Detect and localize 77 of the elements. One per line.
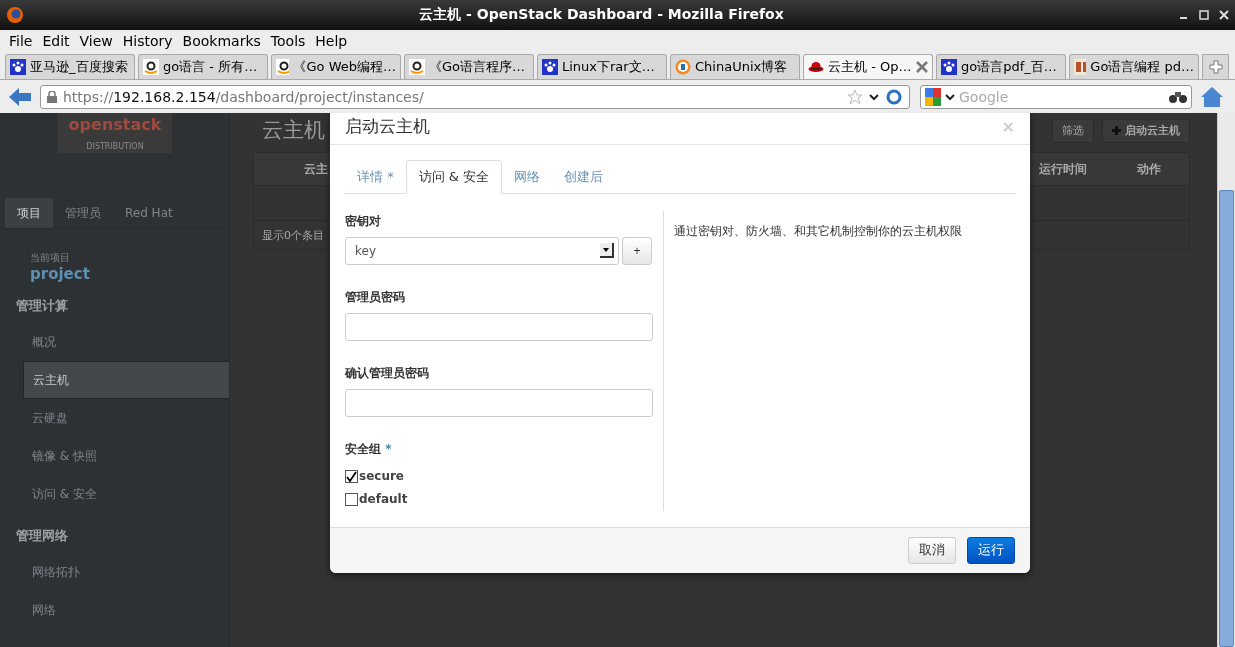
filter-button[interactable]: 筛选 <box>1052 118 1094 143</box>
launch-button[interactable]: 启动云主机 <box>1102 118 1190 143</box>
binoculars-icon[interactable] <box>1169 89 1187 104</box>
scrollbar[interactable] <box>1217 113 1235 647</box>
column-header: 云主 <box>304 160 328 178</box>
menu-item[interactable]: Help <box>310 33 353 49</box>
menu-item[interactable]: History <box>117 33 178 49</box>
window-title: 云主机 - OpenStack Dashboard - Mozilla Firefox <box>418 6 785 24</box>
dropdown-icon[interactable] <box>869 92 879 101</box>
browser-tab[interactable]: 《Go语言程序… <box>404 54 534 79</box>
sidebar-item[interactable]: 云硬盘 <box>23 399 229 437</box>
checkbox[interactable] <box>345 469 358 483</box>
field-label: 密钥对 <box>345 212 382 230</box>
paw-icon <box>941 59 957 75</box>
menu-item[interactable]: Bookmarks <box>177 33 266 49</box>
hat-icon <box>808 59 824 75</box>
checkbox-option[interactable]: default <box>345 487 653 511</box>
sidebar-item[interactable]: 网络拓扑 <box>23 553 229 591</box>
logo: openstack DISTRIBUTION <box>58 113 172 153</box>
group-title: 管理计算 <box>16 297 69 315</box>
sidebar-item[interactable]: 镜像 & 快照 <box>23 437 229 475</box>
field-label: 确认管理员密码 <box>345 364 430 382</box>
cancel-button[interactable]: 取消 <box>908 536 956 564</box>
address-bar[interactable]: https://192.168.2.154/dashboard/project/instances/ <box>40 84 910 109</box>
group-title: 管理网络 <box>16 527 69 545</box>
sidebar-tab[interactable]: Red Hat <box>113 198 185 228</box>
browser-tab[interactable]: Go语言编程 pd… <box>1069 54 1199 79</box>
browser-tab[interactable]: 亚马逊_百度搜索 <box>5 54 135 79</box>
paw-icon <box>542 59 558 75</box>
project-name[interactable]: project <box>30 265 229 283</box>
maximize-icon[interactable] <box>1199 10 1209 20</box>
browser-tab[interactable]: go语言pdf_百… <box>936 54 1066 79</box>
browser-tab[interactable]: Linux下rar文… <box>537 54 667 79</box>
menu-item[interactable]: File <box>4 33 38 49</box>
plus-icon <box>1112 126 1121 135</box>
plus-icon <box>1208 60 1223 74</box>
page-title: 云主机 <box>262 116 325 144</box>
column-header: 运行时间 <box>1039 160 1087 178</box>
menu-item[interactable]: Edit <box>37 33 75 49</box>
add-button[interactable]: + <box>622 236 652 265</box>
caret-icon <box>603 247 609 252</box>
lock-icon <box>47 90 57 103</box>
reload-icon[interactable] <box>885 87 903 106</box>
run-button[interactable]: 运行 <box>967 536 1015 564</box>
star-icon[interactable] <box>847 88 863 105</box>
field-label: 安全组 * <box>345 440 393 458</box>
field-label: 管理员密码 <box>345 288 406 306</box>
dropdown-icon[interactable] <box>945 92 955 101</box>
paw-icon <box>10 59 26 75</box>
browser-tab[interactable]: 《Go Web编程… <box>271 54 401 79</box>
checkbox-option[interactable]: secure <box>345 464 653 488</box>
column-header: 动作 <box>1137 160 1161 178</box>
dialog-title: 启动云主机 <box>345 114 430 138</box>
sidebar-tab[interactable]: 项目 <box>5 198 53 228</box>
password-field[interactable] <box>345 312 653 341</box>
sidebar-item[interactable]: 访问 & 安全 <box>23 475 229 513</box>
help-text: 通过密钥对、防火墙、和其它机制控制你的云主机权限 <box>674 222 963 240</box>
password-field[interactable] <box>345 388 653 417</box>
table-footer: 显示0个条目 <box>262 227 324 243</box>
back-arrow-icon[interactable] <box>8 86 32 107</box>
dialog-tab[interactable]: 网络 <box>502 159 553 194</box>
browser-tab[interactable]: go语言 - 所有… <box>138 54 268 79</box>
menu-item[interactable]: Tools <box>265 33 311 49</box>
brick-icon <box>1074 59 1087 75</box>
project-label: 当前项目 <box>30 251 71 265</box>
sidebar-item[interactable]: 网络 <box>23 591 229 629</box>
checkbox[interactable] <box>345 492 358 506</box>
sidebar-item[interactable]: 概况 <box>23 323 229 361</box>
dialog-tab[interactable]: 访问 & 安全 <box>405 159 503 194</box>
browser-tab[interactable]: 云主机 - Op… <box>803 54 933 79</box>
browser-tab[interactable]: ChinaUnix博客 <box>670 54 800 79</box>
home-icon[interactable] <box>1200 85 1224 108</box>
menu-item[interactable]: View <box>74 33 118 49</box>
dialog-tab[interactable]: 详情 * <box>345 159 406 194</box>
select-field[interactable]: key <box>345 236 619 265</box>
sidebar-item[interactable]: 云主机 <box>23 361 229 399</box>
sidebar-tab[interactable]: 管理员 <box>53 198 113 228</box>
